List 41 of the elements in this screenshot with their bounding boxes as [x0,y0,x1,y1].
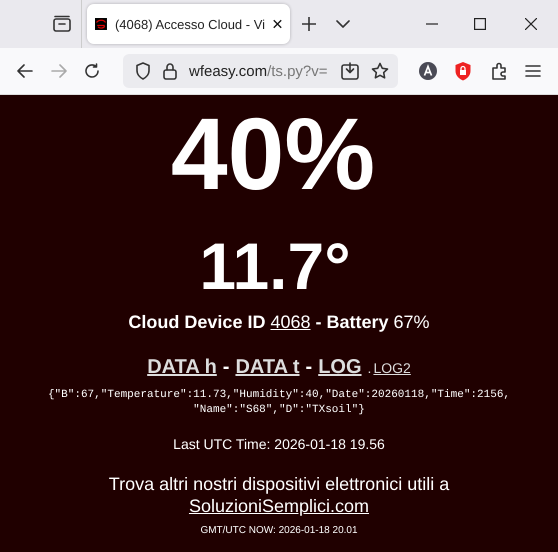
raw-data-text: {"B":67,"Temperature":11.73,"Humidity":40,"Date":20260118,"Time":2156, "Name":"S68","D":"TXsoil"} [48,388,510,418]
device-id-label: Cloud Device ID [128,312,266,333]
separator-text: - [306,356,312,379]
maximize-icon[interactable] [474,18,486,30]
dot-text: . [368,360,372,376]
puzzle-icon[interactable] [491,62,509,80]
battery-value: 67% [394,312,430,333]
shield-lock-icon[interactable] [454,61,472,81]
battery-label: - Battery [316,312,389,333]
account-icon[interactable] [419,62,437,80]
promo-text: Trova altri nostri dispositivi elettronici utili a [108,473,450,495]
download-page-icon[interactable] [341,62,359,80]
chevron-down-icon[interactable] [336,20,350,28]
reload-icon[interactable] [84,63,100,79]
lock-icon[interactable] [163,62,177,80]
data-link[interactable]: DATA t [235,356,300,379]
data-link[interactable]: DATA h [147,356,217,379]
data-link[interactable]: LOG [318,356,362,379]
shield-icon[interactable] [135,62,151,80]
star-icon[interactable] [371,62,389,80]
close-icon[interactable] [273,18,282,30]
tab-title: (4068) Accesso Cloud - Vi [114,16,266,32]
tab-list-icon[interactable] [52,15,72,33]
new-tab-icon[interactable] [302,17,316,31]
address-bar[interactable]: wfeasy.com/ts.py?v= [123,54,398,88]
browser-tab[interactable]: (4068) Accesso Cloud - Vi [87,4,290,44]
minimize-icon[interactable] [426,23,438,25]
url-host: wfeasy.com [189,62,268,80]
temperature-reading: 11.7° [199,233,351,299]
log-link[interactable]: LOG2 [373,360,411,376]
favicon-icon [95,16,107,32]
current-time: GMT/UTC NOW: 2026-01-18 20.01 [200,525,358,536]
device-id-link[interactable]: 4068 [270,312,310,333]
separator-text: - [222,356,230,379]
menu-icon[interactable] [525,65,541,77]
website-link[interactable]: SoluzioniSemplici.com [188,495,370,517]
humidity-reading: 40% [170,103,376,205]
back-icon[interactable] [17,64,33,78]
last-update-time: Last UTC Time: 2026-01-18 19.56 [173,436,385,452]
close-icon[interactable] [525,18,537,30]
url-path: /ts.py?v= [267,62,328,80]
